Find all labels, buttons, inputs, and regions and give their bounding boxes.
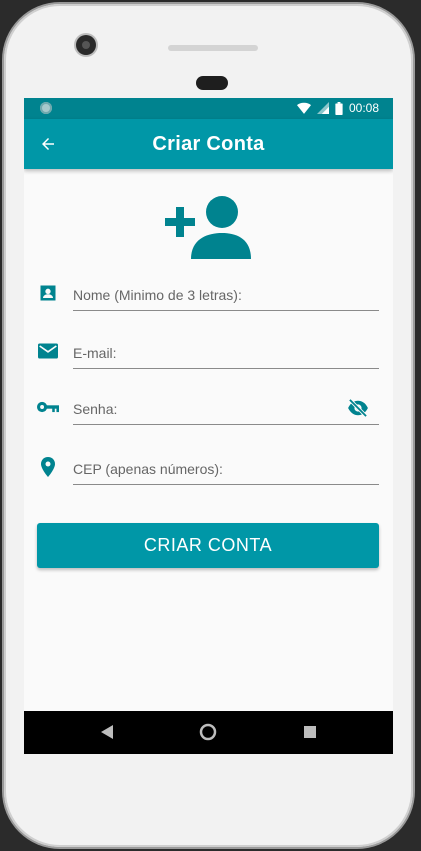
cep-input[interactable] (73, 454, 379, 485)
status-time: 00:08 (348, 101, 379, 115)
name-input[interactable] (73, 280, 379, 311)
system-navigation-bar (24, 711, 393, 754)
earpiece (196, 76, 228, 90)
nav-back-icon (101, 725, 113, 739)
password-field (24, 388, 393, 428)
status-bar: 00:08 (24, 98, 393, 119)
create-account-button[interactable]: CRIAR CONTA (37, 523, 379, 568)
nav-home-icon (199, 723, 217, 741)
battery-icon (335, 101, 343, 115)
status-indicators: 00:08 (296, 101, 379, 115)
notification-icon (40, 102, 52, 114)
nav-recents-button[interactable] (300, 722, 320, 742)
front-camera (76, 35, 96, 55)
toggle-password-visibility-button[interactable] (346, 396, 370, 420)
wifi-icon (296, 102, 311, 114)
app-bar: Criar Conta (24, 119, 393, 169)
email-input[interactable] (73, 338, 379, 369)
device-screen: 00:08 Criar Conta Nome (Minimo de 3 letr… (24, 98, 393, 754)
nav-recents-icon (304, 726, 316, 738)
nav-back-button[interactable] (97, 722, 117, 742)
cep-field (24, 448, 393, 488)
visibility-off-icon (348, 399, 368, 417)
location-pin-icon (37, 456, 59, 478)
name-field (24, 274, 393, 314)
contact-card-icon (37, 282, 59, 304)
nav-home-button[interactable] (198, 722, 218, 742)
email-icon (37, 340, 59, 362)
page-title: Criar Conta (152, 133, 265, 155)
signal-icon (316, 102, 329, 114)
password-input[interactable] (73, 394, 379, 425)
person-add-icon (165, 196, 251, 259)
email-field (24, 332, 393, 372)
speaker-grille (168, 45, 258, 51)
key-icon (37, 396, 59, 418)
